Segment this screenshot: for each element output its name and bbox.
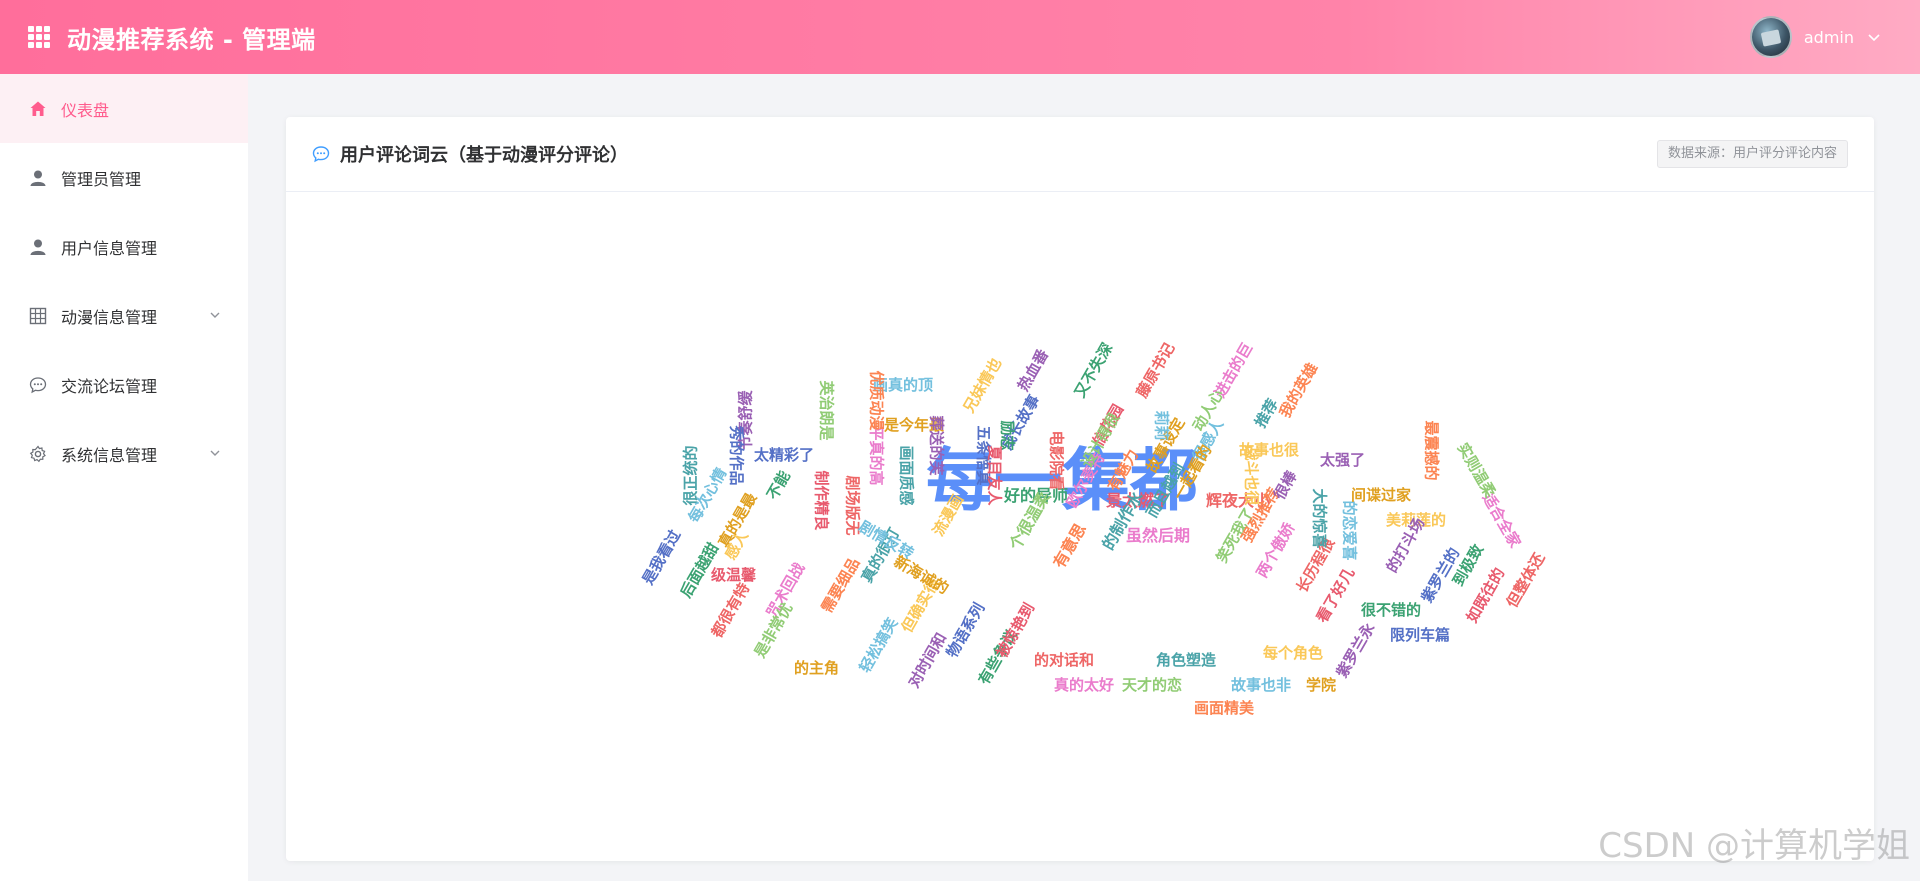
cloud-word: 又不失深 (1070, 339, 1117, 401)
cloud-word: 是非常优 (750, 599, 797, 661)
sidebar-item-dashboard[interactable]: 仪表盘 (0, 74, 248, 143)
cloud-word: 我的英雄 (1275, 359, 1322, 421)
chevron-down-icon[interactable] (208, 446, 222, 460)
app-title: 动漫推荐系统 - 管理端 (67, 25, 316, 54)
cloud-word: 虽然后期 (1126, 526, 1191, 545)
sidebar-item-label: 系统信息管理 (61, 445, 158, 465)
cloud-word: 对时间和 (904, 629, 951, 691)
cloud-word: 紫罗兰永 (1332, 619, 1379, 681)
sidebar-item-admin-management[interactable]: 管理员管理 (0, 143, 248, 212)
cloud-word: 真的太好 (1054, 676, 1115, 694)
grid-icon[interactable] (28, 26, 50, 48)
cloud-word: 实则温柔 (1453, 439, 1500, 501)
user-name[interactable]: admin (1804, 28, 1854, 47)
cloud-word: 莉莉 (1152, 410, 1171, 441)
cloud-word: 制作精良 (812, 470, 831, 531)
chat-icon (28, 375, 48, 395)
cloud-word: 但整体还 (1502, 549, 1549, 611)
sidebar-item-anime-info[interactable]: 动漫信息管理 (0, 281, 248, 350)
cloud-word: 级温馨 (711, 566, 757, 584)
cloud-word: 平真的高 (867, 425, 886, 486)
cloud-word: 很棒 (1270, 467, 1301, 503)
wordcloud-card: 用户评论词云（基于动漫评分评论） 数据来源：用户评分评论内容 每一集都 好的导师景… (286, 117, 1874, 861)
cloud-word: 大的惊喜 (1310, 488, 1329, 549)
cloud-word: 间谍过家 (1351, 486, 1412, 504)
cloud-word: 太精彩了 (754, 446, 815, 464)
cloud-word: 看了好几 (1312, 564, 1359, 626)
cloud-word: 故事也非 (1231, 676, 1292, 694)
cloud-word: 电影院看 (1047, 430, 1066, 491)
cloud-word: 的恋爱喜 (1340, 500, 1359, 561)
cloud-word: 的主角 (794, 659, 840, 677)
cloud-word: 太强了 (1320, 451, 1366, 469)
cloud-word: 夏目友人 (985, 445, 1004, 506)
cloud-word: 优质动漫 (867, 370, 886, 431)
cloud-word: 热血番 (1014, 346, 1053, 395)
cloud-word: 秀的作品 (727, 425, 746, 486)
cloud-word: 剧场版无 (843, 475, 862, 536)
cloud-word: 每个角色 (1263, 644, 1324, 662)
gear-icon (28, 444, 48, 464)
cloud-word: 不能 (763, 467, 794, 503)
cloud-word: 角色塑造 (1156, 651, 1217, 669)
cloud-word: 物语系列 (942, 599, 989, 661)
card-header: 用户评论词云（基于动漫评分评论） 数据来源：用户评分评论内容 (286, 117, 1874, 192)
sidebar-item-system[interactable]: 系统信息管理 (0, 419, 248, 488)
avatar[interactable] (1749, 16, 1792, 58)
home-icon (28, 99, 48, 119)
cloud-word: 都很有特 (707, 579, 754, 641)
user-icon (28, 237, 48, 257)
cloud-word: 天才的恋 (1122, 676, 1183, 694)
top-header: 动漫推荐系统 - 管理端 admin (0, 0, 1920, 74)
cloud-word: 很不错的 (1361, 601, 1422, 619)
cloud-word: 英治朗是 (817, 380, 836, 441)
watermark: CSDN @计算机学姐 (1598, 826, 1910, 866)
chevron-down-icon[interactable] (1866, 29, 1882, 45)
comment-icon (312, 146, 330, 163)
grid-table-icon (28, 306, 48, 326)
cloud-word: 最震撼的 (1422, 420, 1441, 481)
user-menu[interactable]: admin (1749, 16, 1882, 58)
cloud-word: 需要细品 (817, 554, 864, 616)
sidebar-item-label: 管理员管理 (61, 169, 142, 189)
cloud-word: 是我看过 (638, 526, 685, 588)
cloud-word: 藤原书记 (1132, 339, 1179, 401)
cloud-word: 被惊艳到 (992, 599, 1039, 661)
cloud-word: 学院 (1306, 676, 1337, 694)
cloud-word: 推荐 (1251, 395, 1282, 431)
cloud-word: 轻松搞笑 (855, 614, 902, 676)
cloud-word: 战斗也很 (1242, 445, 1261, 506)
cloud-word: 限列车篇 (1390, 626, 1451, 644)
cloud-word: 的对话和 (1034, 651, 1095, 669)
word-cloud: 每一集都 好的导师 景太燃了 辉夜大小 虽然后期 个很温柔 有意思 的制作水 画真的顶 是今年最兄… (286, 193, 1874, 861)
sidebar-item-user-info[interactable]: 用户信息管理 (0, 212, 248, 281)
cloud-word: 兄妹情也 (959, 354, 1006, 416)
user-icon (28, 168, 48, 188)
data-source-tag: 数据来源：用户评分评论内容 (1656, 140, 1848, 168)
sidebar-item-forum[interactable]: 交流论坛管理 (0, 350, 248, 419)
chevron-down-icon[interactable] (208, 308, 222, 322)
cloud-word: 适合全家 (1478, 489, 1525, 551)
sidebar: 仪表盘 管理员管理 用户信息管理 动漫信息管理 交流论坛管理 系统信息管理 (0, 74, 248, 881)
sidebar-item-label: 仪表盘 (61, 100, 110, 120)
sidebar-item-label: 用户信息管理 (61, 238, 158, 258)
sidebar-item-label: 交流论坛管理 (61, 376, 158, 396)
cloud-word: 葬送的芙 (927, 415, 946, 476)
cloud-word: 画面精美 (1194, 699, 1255, 717)
sidebar-item-label: 动漫信息管理 (61, 307, 158, 327)
card-title: 用户评论词云（基于动漫评分评论） (340, 145, 628, 166)
cloud-word: 画面质感 (897, 445, 916, 506)
cloud-word: 有意思 (1049, 520, 1090, 572)
